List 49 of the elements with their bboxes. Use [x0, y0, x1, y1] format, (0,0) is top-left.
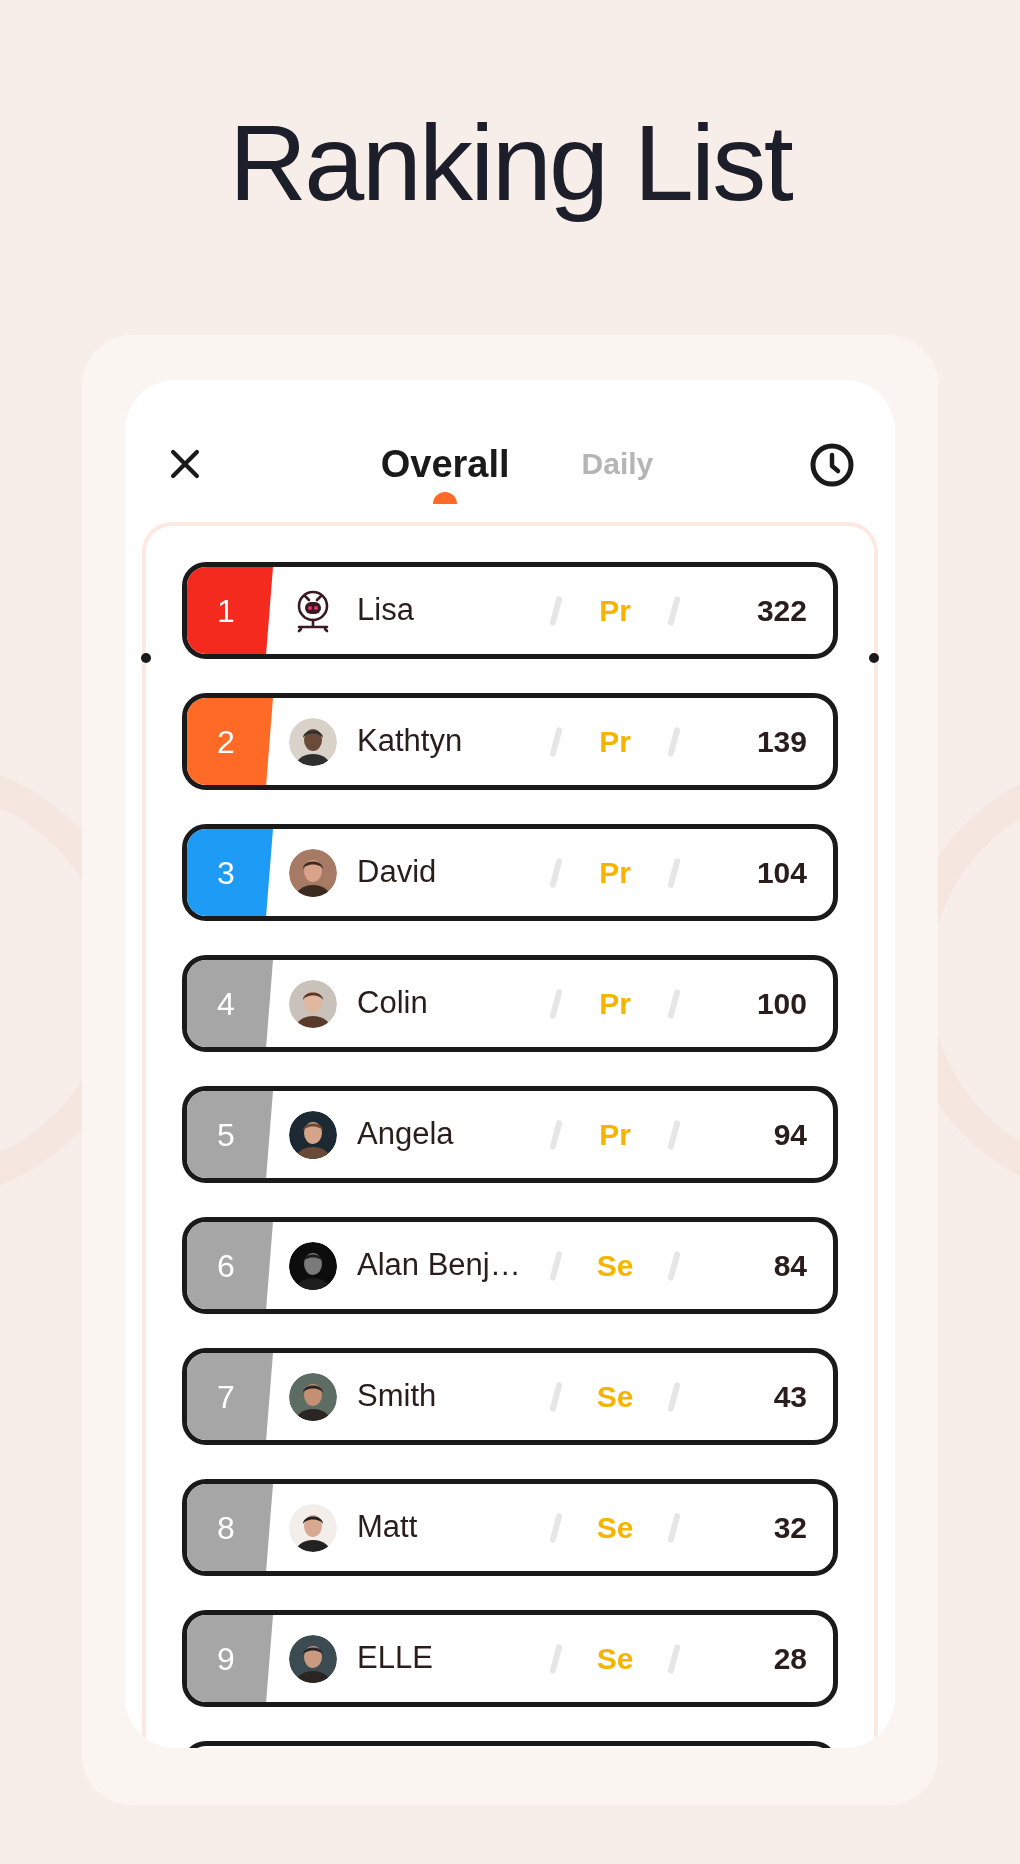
clock-icon[interactable] [809, 442, 855, 488]
rank-badge: 9 [187, 1615, 273, 1702]
ranking-row[interactable]: 5 Angela Pr 94 [182, 1086, 838, 1183]
score: 139 [755, 724, 808, 760]
ranking-row[interactable]: 1 Lisa Pr 322 [182, 562, 838, 659]
score: 94 [772, 1117, 808, 1153]
level-label: Pr [598, 724, 632, 760]
tab[interactable]: Overall [380, 442, 510, 504]
level-label: Pr [598, 855, 632, 891]
level-label: Pr [598, 593, 632, 629]
player-name: Kathtyn [357, 722, 464, 761]
tab-indicator [433, 492, 458, 504]
player-name: Colin [357, 984, 429, 1023]
level-label: Pr [598, 1117, 632, 1153]
score: 28 [772, 1641, 808, 1677]
player-name: Alan Benj… [357, 1246, 522, 1285]
rank-badge: 7 [187, 1353, 273, 1440]
player-name: Smith [357, 1377, 438, 1416]
level-label: Pr [598, 986, 632, 1022]
player-name: Matt [357, 1508, 419, 1547]
rank-badge: 4 [187, 960, 273, 1047]
rank-badge: 5 [187, 1091, 273, 1178]
player-name: Angela [357, 1115, 455, 1154]
score: 32 [772, 1510, 808, 1546]
score: 84 [772, 1248, 808, 1284]
rank-badge: 1 [187, 567, 273, 654]
player-name: Lisa [357, 591, 415, 630]
level-label: Se [595, 1379, 635, 1415]
player-name: David [357, 853, 438, 892]
score: 322 [755, 593, 808, 629]
score: 100 [755, 986, 808, 1022]
score: 104 [755, 855, 808, 891]
level-label: Se [595, 1641, 635, 1677]
player-name: ELLE [357, 1639, 434, 1678]
page-title: Ranking List [229, 100, 791, 225]
ranking-row[interactable]: 2 Kathtyn Pr 139 [182, 693, 838, 790]
rank-badge: 2 [187, 698, 273, 785]
ranking-row[interactable]: 9 ELLE Se 28 [182, 1610, 838, 1707]
ranking-row[interactable]: 4 Colin Pr 100 [182, 955, 838, 1052]
ranking-row[interactable]: 6 Alan Benj… Se 84 [182, 1217, 838, 1314]
rank-badge: 3 [187, 829, 273, 916]
level-label: Se [595, 1510, 635, 1546]
ranking-row[interactable]: 7 Smith Se 43 [182, 1348, 838, 1445]
rank-badge: 6 [187, 1222, 273, 1309]
rank-badge: 8 [187, 1484, 273, 1571]
ranking-row[interactable]: 8 Matt Se 32 [182, 1479, 838, 1576]
ranking-row[interactable]: 3 David Pr 104 [182, 824, 838, 921]
score: 43 [772, 1379, 808, 1415]
level-label: Se [595, 1248, 635, 1284]
